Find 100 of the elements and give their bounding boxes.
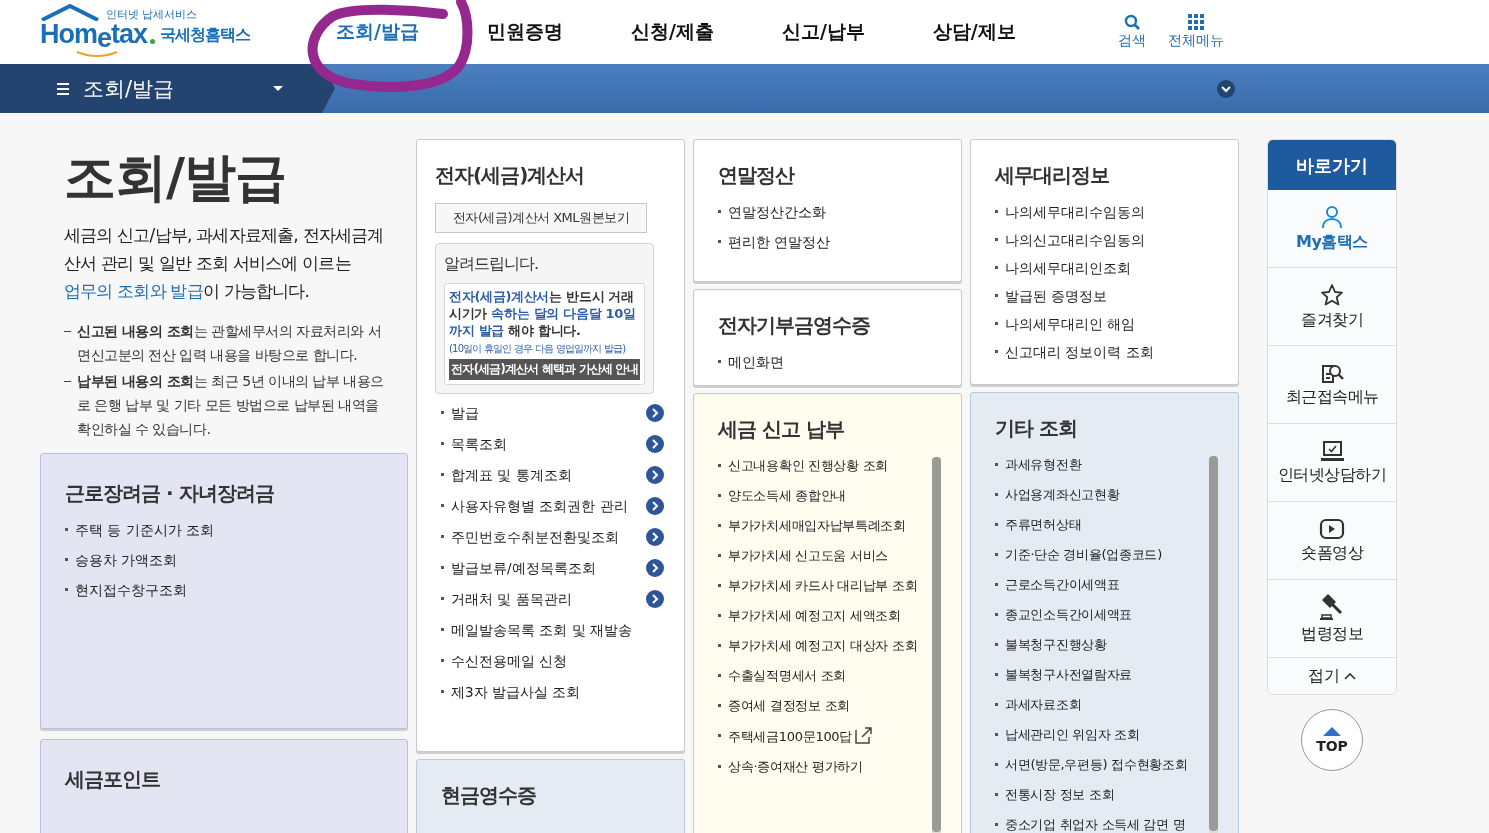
- menu-link[interactable]: 제3자 발급사실 조회: [451, 683, 664, 701]
- menu-button[interactable]: 전체메뉴: [1167, 14, 1224, 50]
- arrow-button-icon[interactable]: [646, 435, 664, 453]
- quick-link[interactable]: 최근접속메뉴: [1268, 346, 1396, 424]
- menu-link[interactable]: 근로소득간이세액표: [1005, 576, 1205, 593]
- bullet-icon: [441, 628, 444, 631]
- arrow-button-icon[interactable]: [646, 590, 664, 608]
- menu-link[interactable]: 증여세 결정정보 조회: [728, 697, 928, 714]
- menu-link[interactable]: 납세관리인 위임자 조회: [1005, 726, 1205, 743]
- quick-link[interactable]: My홈택스: [1268, 190, 1396, 268]
- menu-link[interactable]: 목록조회: [451, 435, 639, 453]
- nav-tab[interactable]: 조회/발급: [336, 19, 419, 45]
- bullet-icon: [995, 238, 998, 241]
- caret-icon[interactable]: [273, 86, 283, 91]
- menu-link[interactable]: 수출실적명세서 조회: [728, 667, 928, 684]
- bullet-icon: [718, 494, 721, 497]
- menu-link[interactable]: 불복청구사전열람자료: [1005, 666, 1205, 683]
- card-title: 연말정산: [718, 162, 796, 189]
- menu-link[interactable]: 상속·증여재산 평가하기: [728, 758, 928, 775]
- menu-link[interactable]: 나의세무대리인조회: [1005, 259, 1218, 277]
- bullet-icon: [718, 240, 721, 243]
- bullet-icon: [441, 504, 444, 507]
- menu-link[interactable]: 신고내용확인 진행상황 조회: [728, 457, 928, 474]
- menu-link[interactable]: 거래처 및 품목관리: [451, 590, 639, 608]
- menu-link[interactable]: 주민번호수취분전환및조회: [451, 528, 639, 546]
- menu-link[interactable]: 발급보류/예정목록조회: [451, 559, 639, 577]
- menu-link[interactable]: 중소기업 취업자 소득세 감면 명: [1005, 816, 1205, 833]
- bullet-icon: [995, 793, 998, 796]
- menu-link[interactable]: 부가가치세매입자납부특례조회: [728, 517, 928, 534]
- arrow-button-icon[interactable]: [646, 466, 664, 484]
- roof-icon: [40, 4, 100, 21]
- bullet-icon: [718, 644, 721, 647]
- menu-link[interactable]: 현지접수창구조회: [75, 581, 387, 599]
- menu-link[interactable]: 과세유형전환: [1005, 456, 1205, 473]
- menu-link[interactable]: 과세자료조회: [1005, 696, 1205, 713]
- user-icon: [1321, 204, 1343, 229]
- menu-link[interactable]: 나의세무대리수임동의: [1005, 203, 1218, 221]
- menu-link[interactable]: 발급: [451, 404, 639, 422]
- arrow-button-icon[interactable]: [646, 528, 664, 546]
- arrow-button-icon[interactable]: [646, 497, 664, 515]
- menu-link[interactable]: 양도소득세 종합안내: [728, 487, 928, 504]
- external-link-icon[interactable]: [855, 727, 873, 744]
- quick-link[interactable]: 법령정보: [1268, 580, 1396, 658]
- nav-tab[interactable]: 신고/납부: [781, 19, 865, 45]
- quick-link[interactable]: 숏폼영상: [1268, 502, 1396, 580]
- menu-link[interactable]: 부가가치세 예정고지 대상자 조회: [728, 637, 928, 654]
- expand-icon[interactable]: [1217, 79, 1235, 98]
- nav-tab[interactable]: 상담/제보: [932, 19, 1016, 45]
- arrow-button-icon[interactable]: [646, 559, 664, 577]
- nav-tab[interactable]: 신청/제출: [630, 19, 714, 45]
- menu-link[interactable]: 신고대리 정보이력 조회: [1005, 343, 1218, 361]
- guide-button[interactable]: 전자(세금)계산서 혜택과 가산세 안내: [449, 359, 640, 380]
- hamburger-icon[interactable]: [57, 82, 69, 95]
- bullet-icon: [441, 473, 444, 476]
- note-text: 신고된 내용의 조회는 관할세무서의 자료처리와 서면신고분의 전산 입력 내용을 바탕으로 합니다.: [77, 322, 383, 365]
- menu-link[interactable]: 메인화면: [728, 353, 941, 371]
- menu-link[interactable]: 편리한 연말정산: [728, 233, 941, 251]
- bullet-icon: [441, 659, 444, 662]
- quick-link[interactable]: 즐겨찾기: [1268, 268, 1396, 346]
- menu-link[interactable]: 합계표 및 통계조회: [451, 466, 639, 484]
- menu-link[interactable]: 사업용계좌신고현황: [1005, 486, 1205, 503]
- arrow-button-icon[interactable]: [646, 404, 664, 422]
- menu-link[interactable]: 나의세무대리인 해임: [1005, 315, 1218, 333]
- menu-link[interactable]: 부가가치세 예정고지 세액조회: [728, 607, 928, 624]
- scrollbar[interactable]: [1209, 456, 1218, 833]
- menu-link[interactable]: 서면(방문,우편등) 접수현황조회: [1005, 756, 1205, 773]
- menu-link[interactable]: 발급된 증명정보: [1005, 287, 1218, 305]
- menu-link[interactable]: 부가가치세 카드사 대리납부 조회: [728, 577, 928, 594]
- menu-link[interactable]: 부가가치세 신고도움 서비스: [728, 547, 928, 564]
- nav-tab[interactable]: 민원증명: [486, 19, 563, 45]
- bullet-icon: [718, 210, 721, 213]
- menu-link[interactable]: 연말정산간소화: [728, 203, 941, 221]
- xml-view-button[interactable]: 전자(세금)계산서 XML원본보기: [435, 203, 647, 233]
- menu-link[interactable]: 주택 등 기준시가 조회: [75, 521, 387, 539]
- quick-link[interactable]: 인터넷상담하기: [1268, 424, 1396, 502]
- bullet-icon: [995, 703, 998, 706]
- search-button[interactable]: 검색: [1117, 14, 1146, 50]
- collapse-button[interactable]: 접기: [1268, 658, 1396, 694]
- scrollbar[interactable]: [932, 457, 941, 833]
- menu-link[interactable]: 주택세금100문100답: [728, 727, 928, 745]
- link[interactable]: 업무의 조회와 발급: [64, 281, 203, 301]
- bullet-icon: [995, 733, 998, 736]
- menu-link[interactable]: 사용자유형별 조회권한 관리: [451, 497, 639, 515]
- notice-footnote: (10일이 휴일인 경우 다음 영업일까지 발급): [449, 342, 627, 356]
- menu-link[interactable]: 주류면허상태: [1005, 516, 1205, 533]
- menu-link[interactable]: 나의신고대리수임동의: [1005, 231, 1218, 249]
- menu-link[interactable]: 종교인소득간이세액표: [1005, 606, 1205, 623]
- menu-link[interactable]: 불복청구진행상황: [1005, 636, 1205, 653]
- menu-link[interactable]: 수신전용메일 신청: [451, 652, 664, 670]
- menu-link[interactable]: 승용차 가액조회: [75, 551, 387, 569]
- menu-path-label[interactable]: 조회/발급: [83, 74, 273, 103]
- laptop-icon: [1319, 439, 1345, 462]
- menu-link[interactable]: 기준·단순 경비율(업종코드): [1005, 546, 1205, 563]
- top-button[interactable]: TOP: [1301, 709, 1363, 771]
- bullet-icon: [65, 528, 68, 531]
- card-title: 기타 조회: [995, 415, 1078, 442]
- bullet-icon: [995, 266, 998, 269]
- bullet-icon: [995, 583, 998, 586]
- menu-link[interactable]: 전통시장 정보 조회: [1005, 786, 1205, 803]
- menu-link[interactable]: 메일발송목록 조회 및 재발송: [451, 621, 664, 639]
